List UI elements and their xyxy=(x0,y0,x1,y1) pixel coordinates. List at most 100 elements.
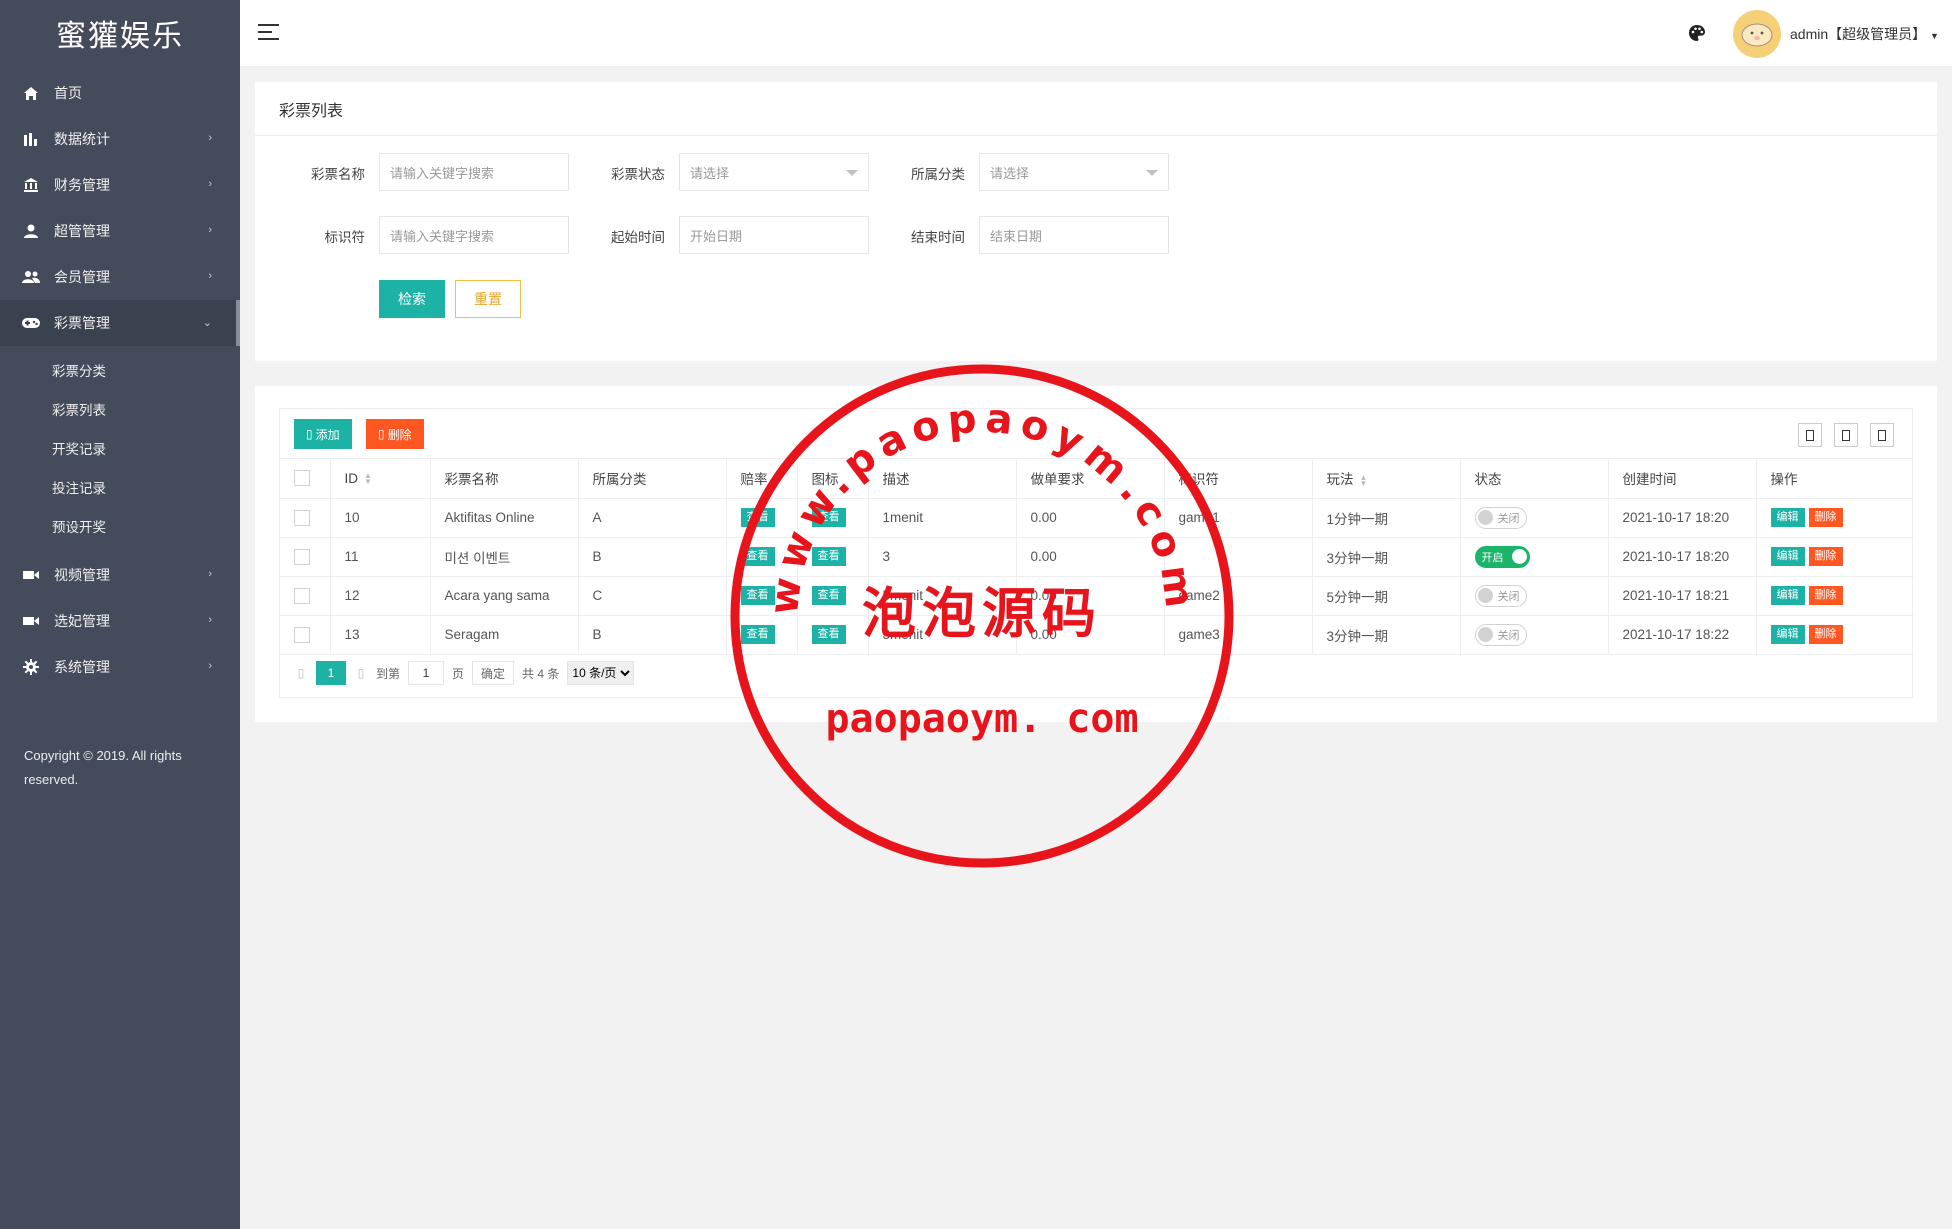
delete-button[interactable]: 删除 xyxy=(1808,547,1843,566)
reset-button[interactable]: 重置 xyxy=(455,280,521,318)
delete-button[interactable]: 删除 xyxy=(1808,586,1843,605)
start-date-input[interactable]: 开始日期 xyxy=(679,216,869,254)
goto-page-input[interactable]: 1 xyxy=(408,661,445,685)
table-header-row: ID ▲ ▼ 彩票名称 所属分类 赔率 图标 描述 做单要求 标识符 玩法 ▲ ▼ 状态… xyxy=(280,459,1914,499)
user-menu[interactable]: admin【超级管理员】 ▼ xyxy=(1790,24,1939,44)
chevron-right-icon: › xyxy=(208,568,212,580)
category-select[interactable]: 请选择 xyxy=(979,153,1169,191)
sidebar-item-admins[interactable]: 超管管理 › xyxy=(0,208,240,254)
status-toggle[interactable]: 关闭 xyxy=(1474,623,1527,646)
select-all-checkbox[interactable] xyxy=(294,470,310,487)
edit-button[interactable]: 编辑 xyxy=(1770,508,1805,527)
status-toggle[interactable]: 开启 xyxy=(1474,545,1530,568)
sidebar-subitem-list[interactable]: 彩票列表 xyxy=(0,389,240,428)
row-checkbox[interactable] xyxy=(294,509,310,526)
end-date-input[interactable]: 结束日期 xyxy=(979,216,1169,254)
sidebar-subitem-preset-draw[interactable]: 预设开奖 xyxy=(0,506,240,545)
odds-cell: 查看 xyxy=(726,576,798,616)
prev-page-icon[interactable]: ▯ xyxy=(294,661,308,685)
sidebar-subitem-bet-records[interactable]: 投注记录 xyxy=(0,467,240,506)
add-button[interactable]: ▯ 添加 xyxy=(294,419,352,449)
column-header[interactable]: ID ▲ ▼ xyxy=(330,459,431,499)
sidebar-item-concubine[interactable]: 选妃管理 › xyxy=(0,598,240,644)
copyright-text: Copyright © 2019. All rights reserved. xyxy=(24,748,182,787)
view-odds-button[interactable]: 查看 xyxy=(740,508,775,527)
status-toggle[interactable]: 关闭 xyxy=(1474,584,1527,607)
sort-icon[interactable]: ▲ ▼ xyxy=(1360,473,1368,487)
odds-cell: 查看 xyxy=(726,615,798,655)
toggle-label: 关闭 xyxy=(1497,590,1520,603)
view-icon-button[interactable]: 查看 xyxy=(811,547,846,566)
odds-cell: 查看 xyxy=(726,537,798,577)
edit-button[interactable]: 编辑 xyxy=(1770,547,1805,566)
status-toggle[interactable]: 关闭 xyxy=(1474,506,1527,529)
sidebar-item-system[interactable]: 系统管理 › xyxy=(0,644,240,690)
delete-button[interactable]: 删除 xyxy=(1808,625,1843,644)
sidebar-item-finance[interactable]: 财务管理 › xyxy=(0,162,240,208)
icon-cell: 查看 xyxy=(797,498,869,538)
chevron-right-icon: › xyxy=(208,224,212,236)
delete-button[interactable]: 删除 xyxy=(1808,508,1843,527)
play-cell: 3分钟一期 xyxy=(1312,615,1461,655)
requirement-cell: 0.00 xyxy=(1016,498,1165,538)
created-cell: 2021-10-17 18:20 xyxy=(1608,537,1757,577)
sort-icon[interactable]: ▲ ▼ xyxy=(364,472,372,486)
users-icon xyxy=(22,269,40,285)
row-checkbox[interactable] xyxy=(294,587,310,604)
view-odds-button[interactable]: 查看 xyxy=(740,586,775,605)
field-label: 结束时间 xyxy=(911,230,965,245)
row-checkbox[interactable] xyxy=(294,626,310,643)
play-cell: 1分钟一期 xyxy=(1312,498,1461,538)
row-select-cell xyxy=(280,537,331,577)
category-cell: B xyxy=(578,537,727,577)
sidebar-item-home[interactable]: 首页 xyxy=(0,70,240,116)
lottery-name-input[interactable]: 请输入关键字搜索 xyxy=(379,153,569,191)
icon-cell: 查看 xyxy=(797,615,869,655)
view-icon-button[interactable]: 查看 xyxy=(811,586,846,605)
next-page-icon[interactable]: ▯ xyxy=(354,661,368,685)
sidebar-item-members[interactable]: 会员管理 › xyxy=(0,254,240,300)
print-icon[interactable] xyxy=(1870,423,1894,447)
created-cell: 2021-10-17 18:22 xyxy=(1608,615,1757,655)
actions-cell: 编辑 删除 xyxy=(1756,537,1914,577)
field-label: 所属分类 xyxy=(911,167,965,182)
column-header: 赔率 xyxy=(726,459,798,499)
requirement-cell: 0.00 xyxy=(1016,576,1165,616)
row-checkbox[interactable] xyxy=(294,548,310,565)
chevron-right-icon: › xyxy=(208,270,212,282)
column-header[interactable]: 玩法 ▲ ▼ xyxy=(1312,459,1461,499)
avatar[interactable] xyxy=(1733,10,1781,58)
status-cell: 关闭 xyxy=(1460,615,1609,655)
sidebar-item-label: 选妃管理 xyxy=(54,613,110,629)
identifier-input[interactable]: 请输入关键字搜索 xyxy=(379,216,569,254)
view-icon-button[interactable]: 查看 xyxy=(811,625,846,644)
status-cell: 关闭 xyxy=(1460,576,1609,616)
columns-filter-icon[interactable] xyxy=(1798,423,1822,447)
toggle-knob xyxy=(1477,627,1493,642)
menu-toggle-icon[interactable] xyxy=(258,24,279,42)
export-icon[interactable] xyxy=(1834,423,1858,447)
name-cell: Seragam xyxy=(430,615,579,655)
edit-button[interactable]: 编辑 xyxy=(1770,625,1805,644)
view-odds-button[interactable]: 查看 xyxy=(740,625,775,644)
batch-delete-button[interactable]: ▯ 删除 xyxy=(366,419,424,449)
sidebar-item-label: 数据统计 xyxy=(54,131,110,147)
sidebar-item-video[interactable]: 视频管理 › xyxy=(0,552,240,598)
page-size-select[interactable]: 10 条/页 xyxy=(567,661,635,685)
edit-button[interactable]: 编辑 xyxy=(1770,586,1805,605)
sidebar-item-lottery[interactable]: 彩票管理 ⌄ xyxy=(0,300,240,346)
view-icon-button[interactable]: 查看 xyxy=(811,508,846,527)
status-cell: 关闭 xyxy=(1460,498,1609,538)
sidebar-subitem-draw-records[interactable]: 开奖记录 xyxy=(0,428,240,467)
sidebar-subitem-category[interactable]: 彩票分类 xyxy=(0,350,240,389)
palette-icon[interactable] xyxy=(1687,23,1707,43)
sidebar-item-stats[interactable]: 数据统计 › xyxy=(0,116,240,162)
home-icon xyxy=(22,85,40,101)
goto-confirm-button[interactable]: 确定 xyxy=(472,661,515,685)
toggle-label: 关闭 xyxy=(1497,512,1520,525)
row-select-cell xyxy=(280,576,331,616)
view-odds-button[interactable]: 查看 xyxy=(740,547,775,566)
lottery-status-select[interactable]: 请选择 xyxy=(679,153,869,191)
search-button[interactable]: 检索 xyxy=(379,280,445,318)
page-current[interactable]: 1 xyxy=(316,661,346,685)
